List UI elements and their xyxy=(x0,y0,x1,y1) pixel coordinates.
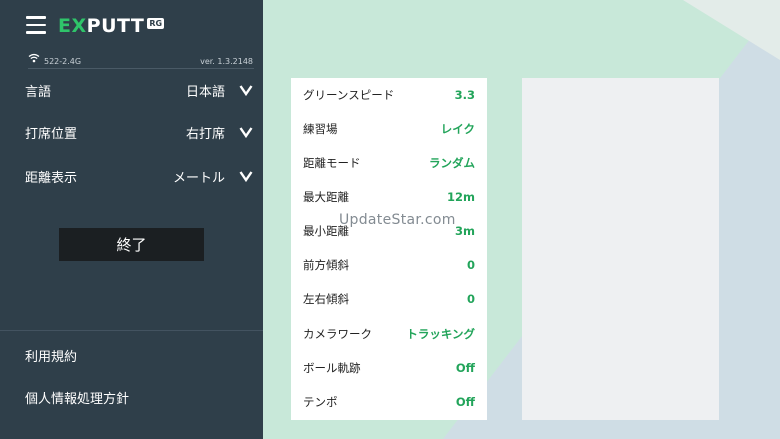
summary-value: 0 xyxy=(466,292,475,306)
summary-row: 前方傾斜 0 xyxy=(303,255,475,275)
summary-row: 距離モード ランダム xyxy=(303,153,475,173)
summary-label: 最大距離 xyxy=(303,190,349,204)
summary-value: 0 xyxy=(466,258,475,272)
chevron-down-icon[interactable] xyxy=(239,84,253,96)
summary-value: ランダム xyxy=(429,156,475,170)
setting-value: 右打席 xyxy=(185,126,225,142)
logo-badge: RG xyxy=(147,17,165,29)
quit-button[interactable]: 終了 xyxy=(59,228,204,261)
summary-label: テンポ xyxy=(303,395,338,409)
summary-row: ボール軌跡 Off xyxy=(303,358,475,378)
summary-label: 距離モード xyxy=(303,156,361,170)
summary-row: テンポ Off xyxy=(303,392,475,412)
app-logo: EXPUTT RG xyxy=(58,15,165,37)
watermark: UpdateStar.com xyxy=(339,212,456,228)
chevron-down-icon[interactable] xyxy=(239,170,253,182)
summary-value: Off xyxy=(455,361,475,375)
menu-icon[interactable] xyxy=(26,16,46,34)
summary-value: レイク xyxy=(440,122,475,136)
terms-link[interactable]: 利用規約 xyxy=(25,346,77,365)
summary-row: 練習場 レイク xyxy=(303,119,475,139)
setting-label: 打席位置 xyxy=(25,126,78,142)
summary-value: 3.3 xyxy=(454,88,475,102)
privacy-policy-link[interactable]: 個人情報処理方針 xyxy=(25,388,129,407)
summary-label: ボール軌跡 xyxy=(303,361,361,375)
app-version: ver. 1.3.2148 xyxy=(200,57,253,66)
summary-row: 左右傾斜 0 xyxy=(303,289,475,309)
summary-row: 最大距離 12m xyxy=(303,187,475,207)
setting-language[interactable]: 言語 日本語 xyxy=(25,78,253,102)
wifi-ssid: 522-2.4G xyxy=(44,57,82,66)
summary-value: 12m xyxy=(447,190,475,204)
chevron-down-icon[interactable] xyxy=(239,126,253,138)
setting-stance[interactable]: 打席位置 右打席 xyxy=(25,120,253,144)
settings-summary-panel: グリーンスピード 3.3 練習場 レイク 距離モード ランダム 最大距離 12m… xyxy=(291,78,487,420)
setting-distance-unit[interactable]: 距離表示 メートル xyxy=(25,164,253,188)
summary-label: 練習場 xyxy=(303,122,338,136)
summary-label: グリーンスピード xyxy=(303,88,395,102)
summary-label: 前方傾斜 xyxy=(303,258,349,272)
setting-value: メートル xyxy=(172,170,225,186)
status-bar: 522-2.4G ver. 1.3.2148 xyxy=(28,53,254,69)
summary-row: カメラワーク トラッキング xyxy=(303,324,475,344)
setting-value: 日本語 xyxy=(185,84,225,100)
sidebar: EXPUTT RG 522-2.4G ver. 1.3.2148 言語 日本語 … xyxy=(0,0,263,439)
preview-area xyxy=(522,78,719,420)
wifi-icon xyxy=(28,53,40,63)
summary-value: 3m xyxy=(455,224,475,238)
divider xyxy=(0,330,263,331)
summary-row: グリーンスピード 3.3 xyxy=(303,85,475,105)
summary-label: 左右傾斜 xyxy=(303,292,349,306)
summary-value: トラッキング xyxy=(406,327,475,341)
summary-label: カメラワーク xyxy=(303,327,372,341)
summary-value: Off xyxy=(455,395,475,409)
setting-label: 言語 xyxy=(25,84,52,100)
setting-label: 距離表示 xyxy=(25,170,78,186)
